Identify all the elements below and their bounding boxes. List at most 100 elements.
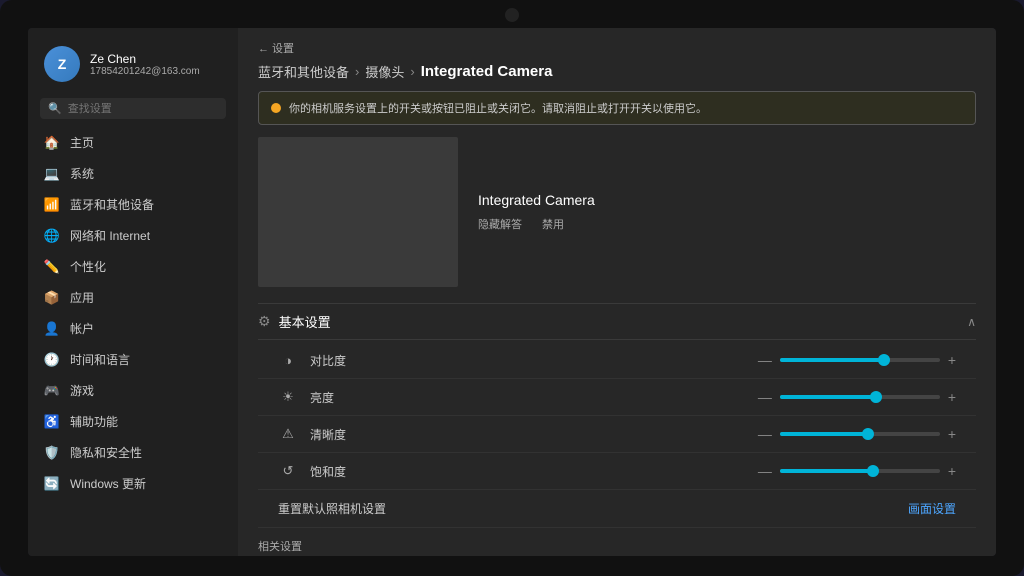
back-button[interactable]: ← 设置 [258,40,976,56]
nav-label-accessibility: 辅助功能 [70,413,118,430]
slider-fill-sharpness [780,432,868,436]
slider-track-contrast[interactable] [780,358,940,362]
related-section: 相关设置 📷 像素多彩设置 [258,528,976,556]
slider-label-saturation: 饱和度 [310,463,360,480]
camera-control-disable[interactable]: 禁用 [542,216,564,232]
breadcrumb-item-2[interactable]: 摄像头 [365,62,404,81]
nav-icon-apps: 📦 [44,290,60,306]
nav-icon-bluetooth: 📶 [44,197,60,213]
camera-name: Integrated Camera [478,192,595,208]
avatar: Z [44,46,80,82]
slider-label-brightness: 亮度 [310,389,360,406]
breadcrumb-sep-1: › [355,64,359,79]
related-title: 相关设置 [258,538,976,554]
nav-label-network: 网络和 Internet [70,227,150,244]
nav-icon-accessibility: ♿ [44,414,60,430]
slider-row-brightness: ☀ 亮度 — + [258,379,976,416]
search-input[interactable] [68,103,218,115]
breadcrumb: 蓝牙和其他设备 › 摄像头 › Integrated Camera [258,62,976,81]
sidebar-item-time[interactable]: 🕐 时间和语言 [28,344,238,375]
slider-minus-brightness[interactable]: — [758,389,772,405]
sidebar-item-network[interactable]: 🌐 网络和 Internet [28,220,238,251]
reset-link[interactable]: 画面设置 [908,500,956,517]
control-hide-label: 隐藏解答 [478,216,522,232]
search-icon: 🔍 [48,102,62,115]
slider-row-sharpness: ⚠ 清晰度 — + [258,416,976,453]
camera-notch [505,8,519,22]
basic-settings-header[interactable]: ⚙ 基本设置 ∧ [258,303,976,340]
user-section: Z Ze Chen 17854201242@163.com [28,36,238,94]
slider-icon-contrast: ◑ [278,350,298,370]
slider-fill-saturation [780,469,873,473]
slider-thumb-brightness[interactable] [870,391,882,403]
slider-row-saturation: ↺ 饱和度 — + [258,453,976,490]
slider-icon-saturation: ↺ [278,461,298,481]
sidebar-item-windows_update[interactable]: 🔄 Windows 更新 [28,468,238,499]
sidebar-item-accessibility[interactable]: ♿ 辅助功能 [28,406,238,437]
slider-fill-brightness [780,395,876,399]
slider-plus-brightness[interactable]: + [948,389,956,405]
nav-label-home: 主页 [70,134,94,151]
sidebar-item-gaming[interactable]: 🎮 游戏 [28,375,238,406]
slider-row-contrast: ◑ 对比度 — + [258,342,976,379]
main-content: ← 设置 蓝牙和其他设备 › 摄像头 › Integrated Camera 你… [238,28,996,556]
slider-minus-contrast[interactable]: — [758,352,772,368]
nav-icon-accounts: 👤 [44,321,60,337]
nav-icon-time: 🕐 [44,352,60,368]
camera-controls: 隐藏解答 禁用 [478,216,595,232]
slider-plus-contrast[interactable]: + [948,352,956,368]
reset-label: 重置默认照相机设置 [278,500,386,517]
slider-plus-sharpness[interactable]: + [948,426,956,442]
nav-label-bluetooth: 蓝牙和其他设备 [70,196,154,213]
nav-label-privacy: 隐私和安全性 [70,444,142,461]
nav-icon-windows_update: 🔄 [44,476,60,492]
breadcrumb-current: Integrated Camera [421,63,553,80]
slider-minus-saturation[interactable]: — [758,463,772,479]
slider-minus-sharpness[interactable]: — [758,426,772,442]
nav-icon-personalization: ✏️ [44,259,60,275]
nav-items: 🏠 主页 💻 系统 📶 蓝牙和其他设备 🌐 网络和 Internet ✏️ 个性… [28,127,238,499]
slider-track-saturation[interactable] [780,469,940,473]
nav-icon-home: 🏠 [44,135,60,151]
slider-fill-contrast [780,358,884,362]
nav-icon-system: 💻 [44,166,60,182]
slider-track-sharpness[interactable] [780,432,940,436]
slider-track-brightness[interactable] [780,395,940,399]
slider-controls-saturation: — + [758,463,956,479]
section-title-text: 基本设置 [279,312,331,331]
breadcrumb-item-1[interactable]: 蓝牙和其他设备 [258,62,349,81]
nav-icon-privacy: 🛡️ [44,445,60,461]
sidebar-item-bluetooth[interactable]: 📶 蓝牙和其他设备 [28,189,238,220]
user-info: Ze Chen 17854201242@163.com [90,52,200,77]
slider-thumb-sharpness[interactable] [862,428,874,440]
slider-thumb-saturation[interactable] [867,465,879,477]
sidebar-item-personalization[interactable]: ✏️ 个性化 [28,251,238,282]
breadcrumb-sep-2: › [410,64,414,79]
nav-icon-network: 🌐 [44,228,60,244]
slider-controls-contrast: — + [758,352,956,368]
slider-label-sharpness: 清晰度 [310,426,360,443]
sidebar-item-apps[interactable]: 📦 应用 [28,282,238,313]
slider-icon-sharpness: ⚠ [278,424,298,444]
camera-preview [258,137,458,287]
nav-label-accounts: 帐户 [70,320,94,337]
slider-controls-brightness: — + [758,389,956,405]
slider-thumb-contrast[interactable] [878,354,890,366]
user-email: 17854201242@163.com [90,66,200,77]
sliders-container: ◑ 对比度 — + ☀ 亮度 — + ⚠ 清晰度 — [258,342,976,490]
control-disable-label: 禁用 [542,216,564,232]
reset-row: 重置默认照相机设置 画面设置 [258,490,976,528]
sidebar-item-privacy[interactable]: 🛡️ 隐私和安全性 [28,437,238,468]
sidebar-item-system[interactable]: 💻 系统 [28,158,238,189]
warning-text: 你的相机服务设置上的开关或按钮已阻止或关闭它。请取消阻止或打开开关以使用它。 [289,100,707,116]
search-box[interactable]: 🔍 [40,98,226,119]
warning-dot [271,103,281,113]
camera-info: Integrated Camera 隐藏解答 禁用 [478,137,595,287]
user-name: Ze Chen [90,52,200,66]
slider-plus-saturation[interactable]: + [948,463,956,479]
nav-label-apps: 应用 [70,289,94,306]
nav-label-gaming: 游戏 [70,382,94,399]
nav-label-windows_update: Windows 更新 [70,475,146,492]
sidebar-item-accounts[interactable]: 👤 帐户 [28,313,238,344]
sidebar-item-home[interactable]: 🏠 主页 [28,127,238,158]
